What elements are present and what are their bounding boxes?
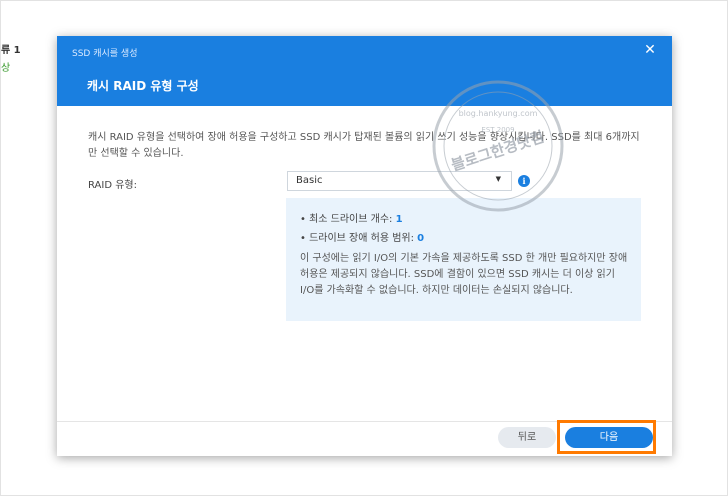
back-button[interactable]: 뒤로 [498, 427, 556, 448]
raid-type-label: RAID 유형: [88, 180, 137, 191]
chevron-down-icon: ▼ [495, 175, 501, 183]
raid-type-value: Basic [296, 175, 323, 186]
min-drives-value: 1 [395, 214, 403, 225]
window-title: SSD 캐시를 생성 [72, 49, 138, 59]
raid-type-select[interactable]: Basic ▼ [287, 171, 512, 191]
background-label: 류 1 [1, 45, 21, 56]
raid-info-description: 이 구성에는 읽기 I/O의 기본 가속을 제공하도록 SSD 한 개만 필요하… [300, 253, 628, 296]
dialog-description: 캐시 RAID 유형을 선택하여 장애 허용을 구성하고 SSD 캐시가 탑재된… [88, 132, 640, 159]
close-icon[interactable]: ✕ [643, 43, 657, 57]
fault-tolerance-value: 0 [417, 233, 425, 244]
watermark-ring-text: blog.hankyung.com [459, 109, 538, 118]
min-drives-label: 최소 드라이브 개수: [309, 214, 393, 225]
dialog-header: SSD 캐시를 생성 ✕ 캐시 RAID 유형 구성 [57, 36, 672, 106]
raid-info-box: • 최소 드라이브 개수: 1 • 드라이브 장애 허용 범위: 0 이 구성에… [286, 198, 641, 321]
fault-tolerance-line: • 드라이브 장애 허용 범위: 0 [300, 233, 425, 244]
info-icon[interactable]: i [518, 175, 530, 187]
step-title: 캐시 RAID 유형 구성 [87, 79, 199, 93]
min-drives-line: • 최소 드라이브 개수: 1 [300, 214, 403, 225]
fault-tolerance-label: 드라이브 장애 허용 범위: [309, 233, 414, 244]
ssd-cache-dialog: SSD 캐시를 생성 ✕ 캐시 RAID 유형 구성 캐시 RAID 유형을 선… [57, 36, 672, 456]
background-status: 상 [1, 63, 11, 74]
next-button[interactable]: 다음 [565, 427, 653, 448]
